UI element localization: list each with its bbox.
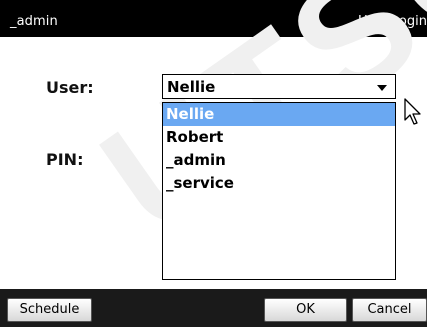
user-option[interactable]: _admin: [163, 149, 395, 172]
cancel-button[interactable]: Cancel: [352, 298, 427, 322]
current-user-text: _admin: [10, 14, 58, 29]
chevron-down-icon[interactable]: [377, 85, 387, 91]
ok-button[interactable]: OK: [264, 298, 347, 322]
user-label: User:: [46, 78, 94, 97]
window-title: User Login: [358, 14, 427, 29]
title-bar: _admin User Login: [0, 0, 427, 37]
mouse-pointer-icon: [404, 98, 421, 125]
user-option[interactable]: Nellie: [163, 103, 395, 126]
user-option[interactable]: _service: [163, 172, 395, 195]
pin-label: PIN:: [46, 150, 84, 169]
schedule-button[interactable]: Schedule: [7, 298, 92, 322]
user-option[interactable]: Robert: [163, 126, 395, 149]
user-select[interactable]: Nellie: [162, 74, 396, 99]
user-select-value: Nellie: [167, 78, 216, 96]
user-dropdown-list[interactable]: Nellie Robert _admin _service: [162, 102, 396, 280]
